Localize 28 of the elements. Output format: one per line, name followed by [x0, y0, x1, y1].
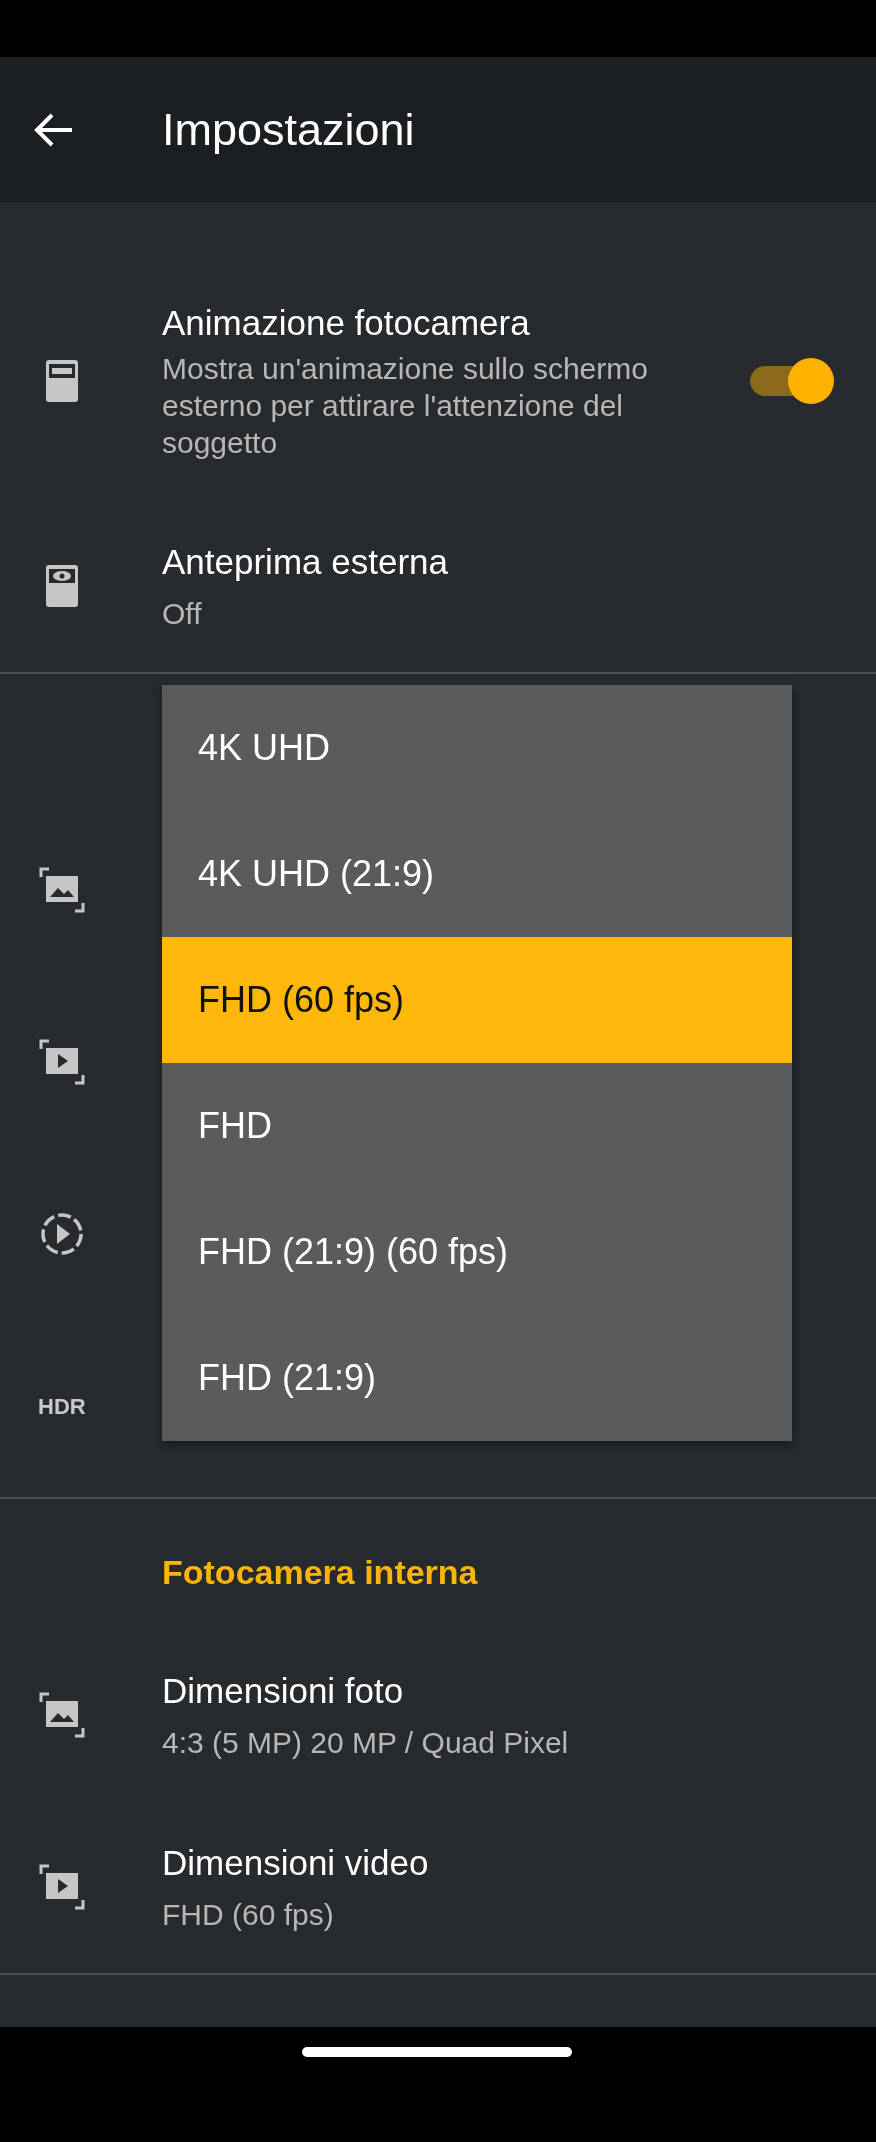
back-arrow-icon [34, 111, 74, 148]
setting-row[interactable]: Dimensioni foto 4:3 (5 MP) 20 MP / Quad Pixel [0, 1629, 876, 1801]
hdr-icon: HDR [38, 1389, 86, 1423]
home-handle[interactable] [302, 2047, 572, 2057]
menu-option[interactable]: 4K UHD (21:9) [162, 811, 792, 937]
video-frame-icon [38, 1863, 86, 1911]
menu-option[interactable]: FHD (21:9) (60 fps) [162, 1189, 792, 1315]
setting-row[interactable]: Dimensioni video FHD (60 fps) [0, 1801, 876, 1973]
menu-option[interactable]: 4K UHD [162, 685, 792, 811]
setting-title: Animazione fotocamera [162, 301, 531, 344]
setting-value: Off [162, 595, 203, 632]
image-frame-icon [38, 866, 86, 914]
setting-description: Mostra un'animazione sullo schermo esterno per attirare l'attenzione del soggetto [162, 350, 649, 461]
setting-value: FHD (60 fps) [162, 1896, 335, 1933]
image-frame-icon [38, 1691, 86, 1739]
section-header: Fotocamera interna [161, 1552, 479, 1593]
setting-value: 4:3 (5 MP) 20 MP / Quad Pixel [162, 1724, 570, 1761]
menu-option[interactable]: FHD (60 fps) [162, 937, 792, 1063]
play-circle-icon [38, 1210, 86, 1258]
menu-option[interactable]: FHD (21:9) [162, 1315, 792, 1441]
setting-title: Dimensioni foto [162, 1669, 405, 1712]
screen-title: Impostazioni [162, 102, 415, 157]
setting-row[interactable]: Animazione fotocamera Mostra un'animazione sullo schermo esterno per attirare l'attenzione del soggetto [0, 262, 876, 500]
video-frame-icon [38, 1038, 86, 1086]
setting-title: Dimensioni video [162, 1841, 430, 1884]
menu-option[interactable]: FHD [162, 1063, 792, 1189]
setting-row[interactable]: Anteprima esterna Off [0, 500, 876, 672]
setting-title: Anteprima esterna [162, 540, 449, 583]
